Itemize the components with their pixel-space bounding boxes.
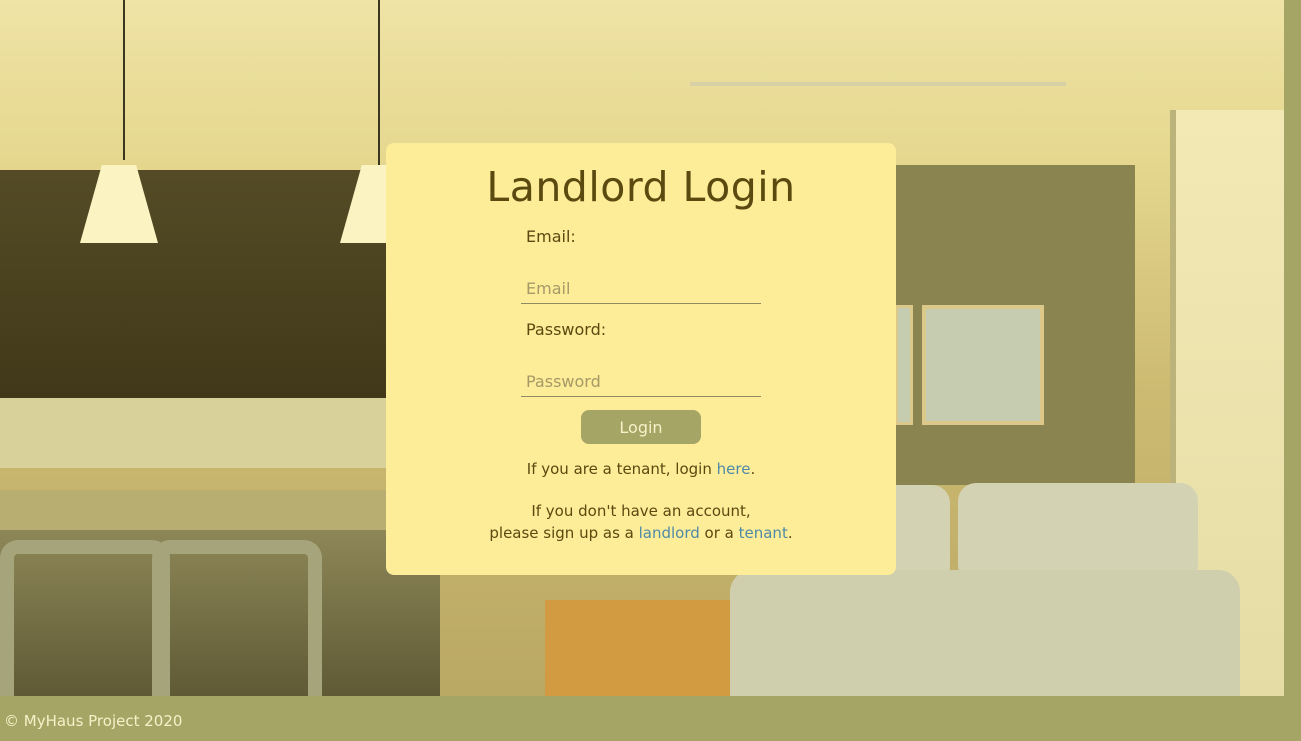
sofa [730,570,1240,696]
email-label: Email: [526,227,576,246]
signup-note-line2: please sign up as a landlord or a tenant… [386,522,896,544]
bar-stool [152,540,322,696]
email-field[interactable] [521,274,761,304]
tenant-note-suffix: . [750,460,756,478]
kitchen-counter [0,490,440,530]
tenant-login-note: If you are a tenant, login here. [386,458,896,480]
pendant-cord [378,0,380,165]
tenant-login-link[interactable]: here [717,460,751,478]
password-field[interactable] [521,367,761,397]
kitchen-cabinets [0,170,395,400]
sofa-cushion [958,483,1198,583]
wood-floor [545,600,745,696]
right-edge [1284,0,1301,696]
kitchen-backsplash [0,398,395,468]
wall-picture [922,305,1044,425]
pendant-cord [123,0,125,160]
copyright-text: © MyHaus Project 2020 [4,712,183,730]
page: Landlord Login Email: Password: Login If… [0,0,1301,741]
tenant-signup-link[interactable]: tenant [739,524,788,542]
signup-note-prefix: please sign up as a [489,524,639,542]
password-label: Password: [526,320,607,339]
track-light [690,82,1066,86]
signup-note-line1: If you don't have an account, [531,502,751,520]
page-title: Landlord Login [486,163,796,211]
login-button[interactable]: Login [581,410,701,444]
footer: © MyHaus Project 2020 [0,696,1301,741]
signup-note-middle: or a [699,524,739,542]
bar-stool [0,540,170,696]
login-card: Landlord Login Email: Password: Login If… [386,143,896,575]
signup-note: If you don't have an account, please sig… [386,500,896,544]
wall-picture [895,305,913,425]
tenant-note-prefix: If you are a tenant, login [526,460,717,478]
signup-note-suffix: . [787,524,793,542]
landlord-signup-link[interactable]: landlord [639,524,700,542]
